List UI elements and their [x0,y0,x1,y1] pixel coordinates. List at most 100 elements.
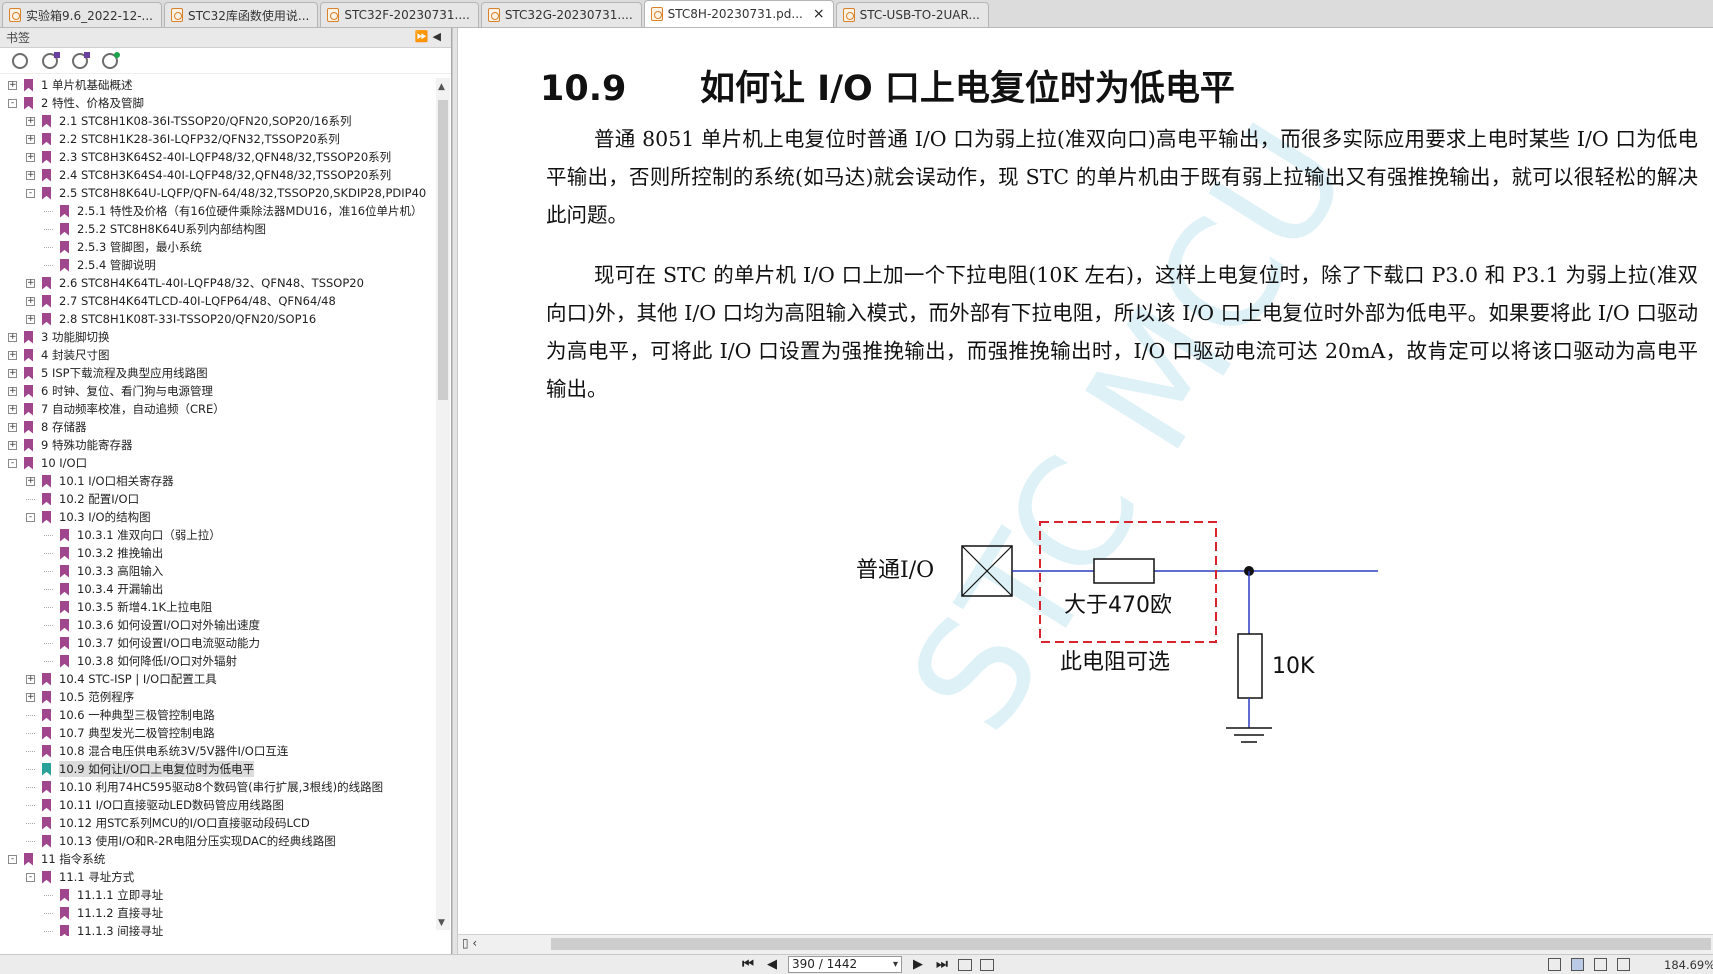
bookmark-item[interactable]: - 2 特性、价格及管脚 [0,94,434,112]
collapse-panel-icon[interactable]: ◀ [433,30,445,43]
expand-icon[interactable]: + [26,134,35,144]
bookmark-item[interactable]: 10.3.1 准双向口（弱上拉） [0,526,434,544]
bookmark-item[interactable]: 10.3.6 如何设置I/O口对外输出速度 [0,616,434,634]
expand-icon[interactable]: + [8,440,17,450]
expand-icon[interactable]: + [8,404,17,414]
bookmark-item[interactable]: 11.1.2 直接寻址 [0,904,434,922]
expand-icon[interactable]: + [8,368,17,378]
bookmark-item[interactable]: +2.3 STC8H3K64S2-40I-LQFP48/32,QFN48/32,… [0,148,434,166]
bookmark-item[interactable]: 10.3.4 开漏输出 [0,580,434,598]
bookmark-item[interactable]: 10.11 I/O口直接驱动LED数码管应用线路图 [0,796,434,814]
bookmark-item[interactable]: - 11.1 寻址方式 [0,868,434,886]
bookmark-item[interactable]: 10.3.3 高阻输入 [0,562,434,580]
expand-icon[interactable]: + [26,692,35,702]
bookmark-item[interactable]: - 10.3 I/O的结构图 [0,508,434,526]
book-view-icon[interactable] [1617,958,1630,971]
scroll-left-icon[interactable]: ▯ ‹ [462,936,477,950]
expand-icon[interactable]: + [26,314,35,324]
collapse-icon[interactable]: - [8,98,17,108]
collapse-icon[interactable]: - [8,854,17,864]
bookmark-item[interactable]: +2.1 STC8H1K08-36I-TSSOP20/QFN20,SOP20/1… [0,112,434,130]
close-tab-icon[interactable]: × [813,6,825,22]
bookmark-item[interactable]: +9 特殊功能寄存器 [0,436,434,454]
previous-page-icon[interactable]: ◀ [764,957,780,972]
bookmark-item[interactable]: 10.8 混合电压供电系统3V/5V器件I/O口互连 [0,742,434,760]
expand-icon[interactable]: + [26,476,35,486]
expand-icon[interactable]: + [26,170,35,180]
bookmark-item[interactable]: 10.7 典型发光二极管控制电路 [0,724,434,742]
bookmark-item[interactable]: +6 时钟、复位、看门狗与电源管理 [0,382,434,400]
continuous-view-icon[interactable] [1571,958,1584,971]
sidebar-scrollbar[interactable]: ▲ ▼ [436,78,450,930]
single-page-view-icon[interactable] [1548,958,1561,971]
collapse-icon[interactable]: - [8,458,17,468]
bookmark-item[interactable]: +7 自动频率校准，自动追频（CRE） [0,400,434,418]
bookmark-item[interactable]: +2.7 STC8H4K64TLCD-40I-LQFP64/48、QFN64/4… [0,292,434,310]
bookmark-item[interactable]: 10.2 配置I/O口 [0,490,434,508]
bookmark-item[interactable]: 10.13 使用I/O和R-2R电阻分压实现DAC的经典线路图 [0,832,434,850]
add-bookmark-icon[interactable] [72,51,90,69]
bookmark-item[interactable]: +5 ISP下载流程及典型应用线路图 [0,364,434,382]
first-page-icon[interactable]: ⏮ [740,957,756,972]
tab-5-active[interactable]: STC8H-20230731.pd... × [643,0,834,27]
bookmark-item[interactable]: +10.5 范例程序 [0,688,434,706]
bookmark-item[interactable]: - 2.5 STC8H8K64U-LQFP/QFN-64/48/32,TSSOP2… [0,184,434,202]
next-page-icon[interactable]: ▶ [910,957,926,972]
scrollbar-thumb[interactable] [438,100,448,400]
bookmark-item[interactable]: +3 功能脚切换 [0,328,434,346]
bookmark-item[interactable]: +1 单片机基础概述 [0,76,434,94]
delete-bookmark-icon[interactable] [42,51,60,69]
tab-1[interactable]: 实验箱9.6_2022-12-... [2,2,162,27]
bookmark-item[interactable]: +10.1 I/O口相关寄存器 [0,472,434,490]
bookmark-options-icon[interactable] [12,52,28,69]
tab-4[interactable]: STC32G-20230731.... [480,2,642,27]
expand-icon[interactable]: + [8,386,17,396]
bookmark-item[interactable]: +2.8 STC8H1K08T-33I-TSSOP20/QFN20/SOP16 [0,310,434,328]
bookmark-item[interactable]: 10.3.2 推挽输出 [0,544,434,562]
go-forward-view-icon[interactable] [980,958,994,971]
bookmark-item[interactable]: 10.3.8 如何降低I/O口对外辐射 [0,652,434,670]
tab-6[interactable]: STC-USB-TO-2UAR... [835,2,989,27]
bookmark-item[interactable]: 10.3.7 如何设置I/O口电流驱动能力 [0,634,434,652]
expand-icon[interactable]: + [26,116,35,126]
bookmark-item[interactable]: 2.5.2 STC8H8K64U系列内部结构图 [0,220,434,238]
bookmark-item[interactable]: +2.6 STC8H4K64TL-40I-LQFP48/32、QFN48、TSS… [0,274,434,292]
bookmark-item[interactable]: 2.5.4 管脚说明 [0,256,434,274]
expand-icon[interactable]: + [8,422,17,432]
bookmark-item[interactable]: 2.5.3 管脚图，最小系统 [0,238,434,256]
bookmark-item[interactable]: +2.2 STC8H1K28-36I-LQFP32/QFN32,TSSOP20系… [0,130,434,148]
bookmark-item[interactable]: 11.1.3 间接寻址 [0,922,434,936]
page-number-input[interactable]: 390 / 1442 [788,956,902,973]
bookmark-item[interactable]: +8 存储器 [0,418,434,436]
expand-icon[interactable]: + [26,152,35,162]
last-page-icon[interactable]: ⏭ [934,957,950,972]
bookmark-item[interactable]: +10.4 STC-ISP | I/O口配置工具 [0,670,434,688]
bookmark-item[interactable]: - 11 指令系统 [0,850,434,868]
zoom-level[interactable]: 184.69% [1664,958,1713,972]
bookmark-item[interactable]: - 10 I/O口 [0,454,434,472]
scroll-up-icon[interactable]: ▲ [438,82,445,92]
expand-icon[interactable]: + [26,674,35,684]
scrollbar-thumb[interactable] [551,938,1711,950]
expand-icon[interactable]: + [8,332,17,342]
collapse-icon[interactable]: - [26,188,35,198]
go-back-view-icon[interactable] [958,958,972,971]
bookmark-item[interactable]: 10.10 利用74HC595驱动8个数码管(串行扩展,3根线)的线路图 [0,778,434,796]
bookmark-item[interactable]: 10.12 用STC系列MCU的I/O口直接驱动段码LCD [0,814,434,832]
expand-icon[interactable]: + [26,296,35,306]
collapse-icon[interactable]: - [26,512,35,522]
bookmark-item[interactable]: 11.1.1 立即寻址 [0,886,434,904]
find-bookmark-icon[interactable] [102,51,120,69]
tab-3[interactable]: STC32F-20230731.... [320,2,479,27]
facing-view-icon[interactable] [1594,958,1607,971]
bookmark-item[interactable]: 10.3.5 新增4.1K上拉电阻 [0,598,434,616]
expand-icon[interactable]: + [8,350,17,360]
expand-icon[interactable]: + [8,80,17,90]
tab-2[interactable]: STC32库函数使用说... [164,2,319,27]
bookmark-item[interactable]: 2.5.1 特性及价格（有16位硬件乘除法器MDU16，准16位单片机） [0,202,434,220]
document-horizontal-scrollbar[interactable]: ▯ ‹ [458,934,1713,954]
bookmark-item[interactable]: 10.6 一种典型三极管控制电路 [0,706,434,724]
bookmark-item[interactable]: +4 封装尺寸图 [0,346,434,364]
bookmark-item[interactable]: 10.9 如何让I/O口上电复位时为低电平 [0,760,434,778]
collapse-icon[interactable]: - [26,872,35,882]
